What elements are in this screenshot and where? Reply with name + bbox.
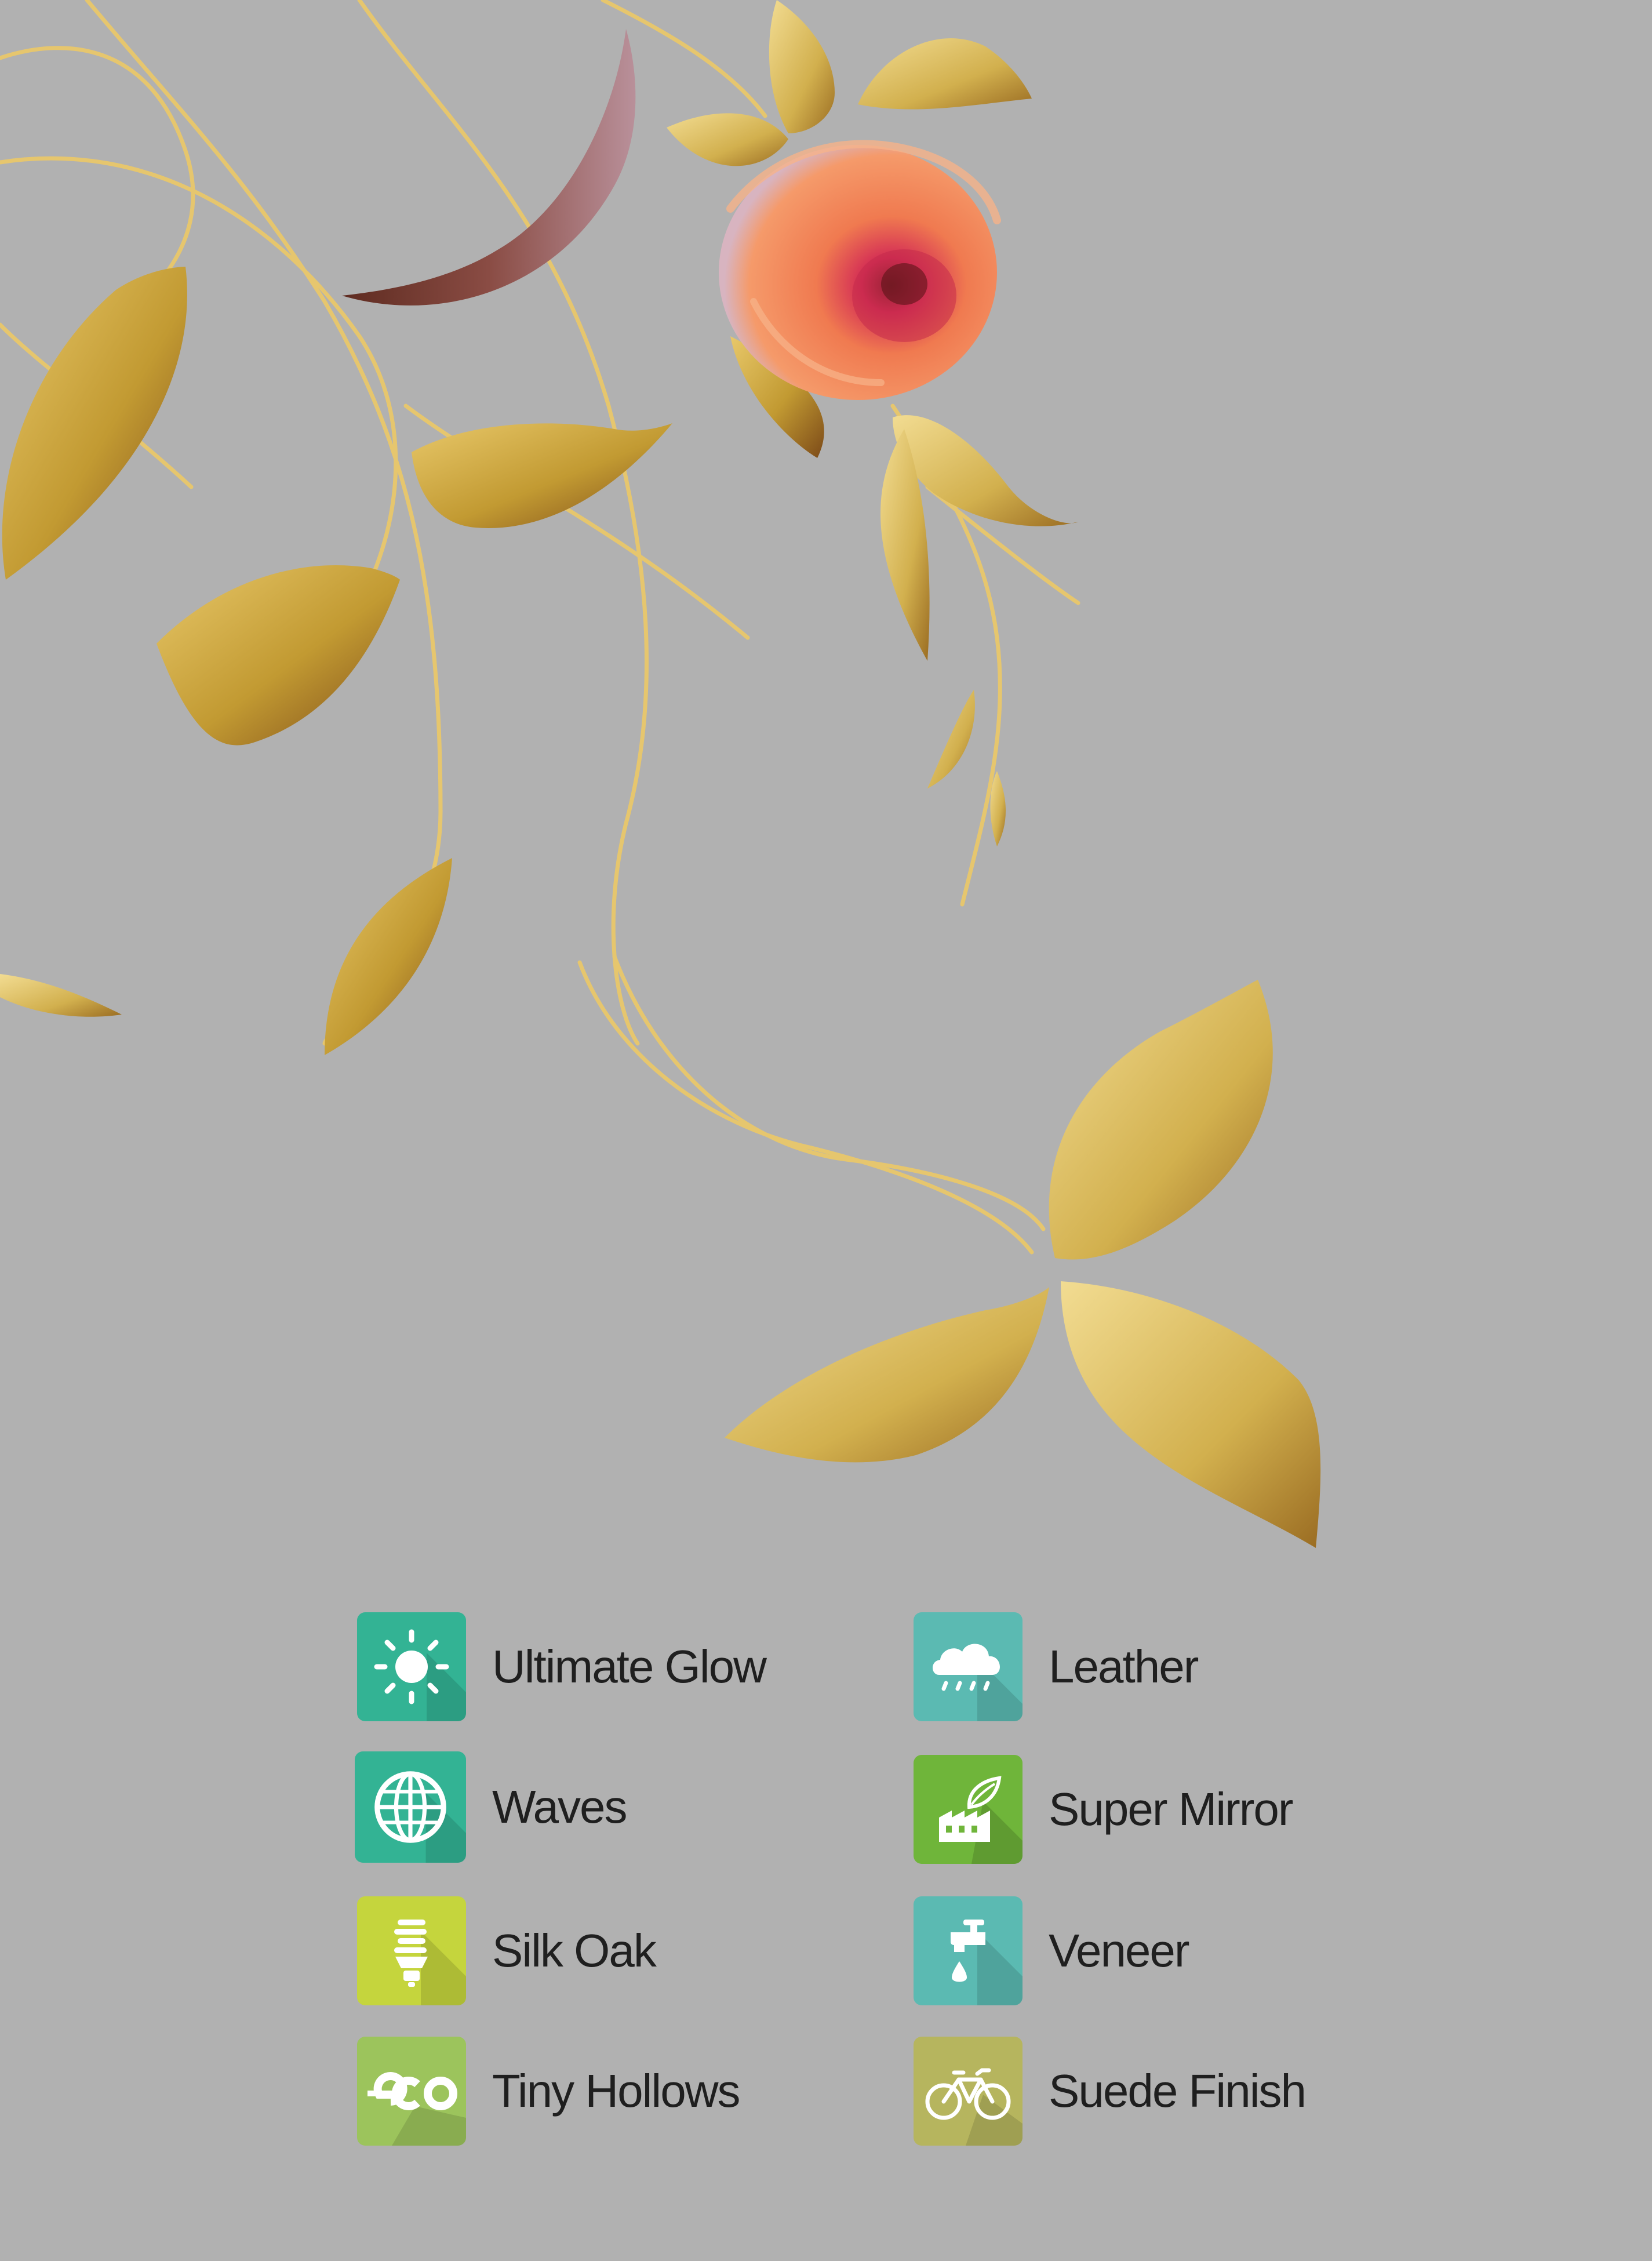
- feature-item-waves: Waves: [355, 1751, 628, 1863]
- rain-cloud-icon: [914, 1612, 1023, 1721]
- feature-item-tiny-hollows: Tiny Hollows: [357, 2036, 740, 2146]
- eco-icon: [357, 2037, 466, 2146]
- feature-legend: Ultimate Glow Leather Waves Super Mirror…: [0, 0, 1652, 2261]
- feature-item-ultimate-glow: Ultimate Glow: [357, 1612, 767, 1722]
- feature-label: Super Mirror: [1049, 1783, 1294, 1835]
- feature-label: Leather: [1049, 1641, 1199, 1692]
- bicycle-icon: [914, 2037, 1023, 2146]
- feature-label: Tiny Hollows: [492, 2065, 740, 2117]
- feature-label: Veneer: [1049, 1925, 1190, 1976]
- feature-label: Silk Oak: [492, 1925, 657, 1976]
- energy-bulb-icon: [357, 1896, 466, 2005]
- feature-item-suede-finish: Suede Finish: [914, 2036, 1307, 2146]
- feature-item-silk-oak: Silk Oak: [357, 1896, 657, 2006]
- feature-label: Ultimate Glow: [492, 1641, 767, 1692]
- globe-icon: [355, 1751, 466, 1863]
- feature-item-leather: Leather: [914, 1612, 1199, 1722]
- water-tap-icon: [914, 1896, 1023, 2005]
- page-background: Ultimate Glow Leather Waves Super Mirror…: [0, 0, 1652, 2261]
- feature-label: Waves: [492, 1781, 628, 1833]
- eco-factory-icon: [914, 1755, 1023, 1864]
- feature-label: Suede Finish: [1049, 2065, 1307, 2117]
- feature-item-veneer: Veneer: [914, 1896, 1190, 2006]
- sun-icon: [357, 1612, 466, 1721]
- feature-item-super-mirror: Super Mirror: [914, 1754, 1294, 1864]
